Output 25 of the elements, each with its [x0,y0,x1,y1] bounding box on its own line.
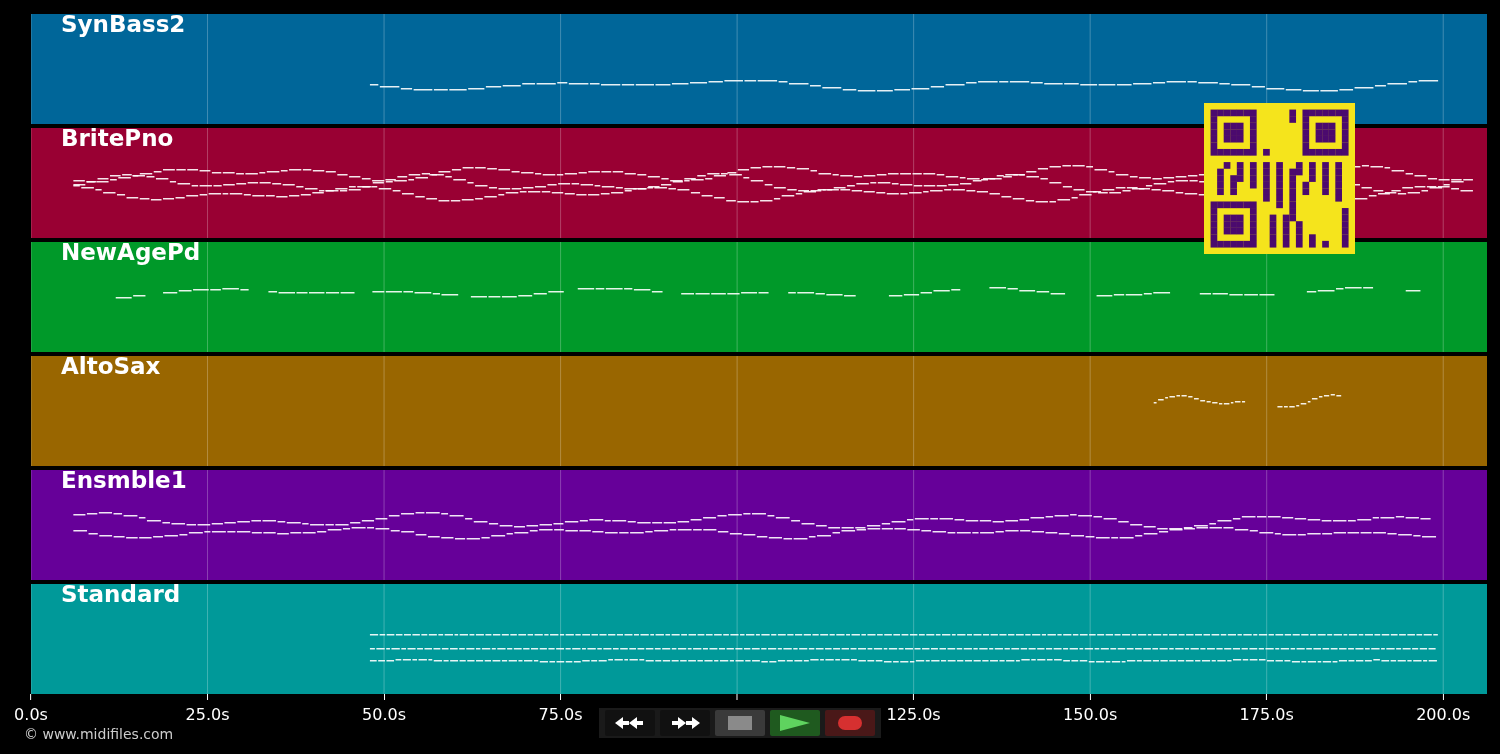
track-name: NewAgePd [61,238,201,267]
record-icon [838,716,862,730]
axis-label: 0.0s [14,704,48,726]
axis-label: 175.0s [1239,704,1294,726]
record-button[interactable] [825,710,875,736]
track-name: Ensmble1 [61,466,187,495]
play-icon [780,715,810,731]
fast-forward-button[interactable] [660,710,710,736]
axis-label: 75.0s [538,704,583,726]
axis-label: 25.0s [185,704,230,726]
play-button[interactable] [770,710,820,736]
stop-icon [728,716,752,730]
track-name: AltoSax [61,352,161,381]
track-name: SynBass2 [61,10,186,39]
axis-label: 50.0s [362,704,407,726]
axis-label: 200.0s [1416,704,1471,726]
stop-button[interactable] [715,710,765,736]
track-name: Standard [61,580,181,609]
axis-label: 150.0s [1063,704,1118,726]
rewind-icon [615,716,645,730]
rewind-button[interactable] [605,710,655,736]
track-name: BritePno [61,124,174,153]
axis-label: 125.0s [886,704,941,726]
copyright-text: © www.midifiles.com [24,725,174,743]
fast-forward-icon [670,716,700,730]
